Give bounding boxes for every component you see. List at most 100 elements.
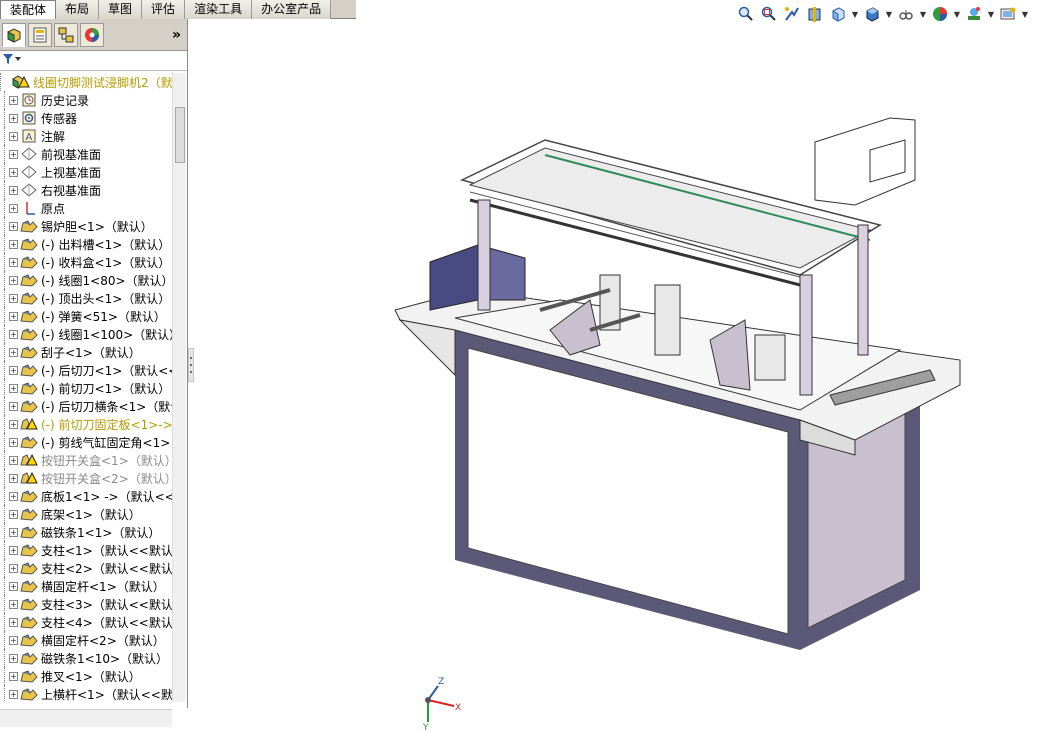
tree-node[interactable]: + 上横杆<1>（默认<<默认>	[0, 685, 172, 702]
display-style-icon[interactable]	[862, 4, 882, 24]
expand-toggle-icon[interactable]: +	[9, 275, 18, 285]
expand-toggle-icon[interactable]: +	[9, 401, 18, 411]
tree-node[interactable]: 线圈切脚测试浸脚机2（默	[0, 73, 172, 91]
tree-node[interactable]: + 右视基准面	[0, 181, 172, 199]
tree-node[interactable]: + 支柱<4>（默认<<默认>_	[0, 613, 172, 631]
expand-toggle-icon[interactable]: +	[9, 149, 18, 159]
graphics-area[interactable]: X Y Z	[194, 30, 1044, 733]
expand-toggle-icon[interactable]: +	[9, 689, 18, 699]
expand-toggle-icon[interactable]: +	[9, 653, 18, 663]
tree-node[interactable]: + 原点	[0, 199, 172, 217]
tree-node[interactable]: + 推叉<1>（默认）	[0, 667, 172, 685]
tree-node[interactable]: + 支柱<3>（默认<<默认>_	[0, 595, 172, 613]
tree-node[interactable]: + (-) 后切刀横条<1>（默认）	[0, 397, 172, 415]
propertymanager-icon[interactable]	[28, 22, 52, 47]
tab-2[interactable]: 草图	[99, 0, 143, 19]
tree-node[interactable]: + A 注解	[0, 127, 172, 145]
panel-more-button[interactable]: »	[172, 27, 181, 43]
expand-toggle-icon[interactable]: +	[9, 365, 18, 375]
view-settings-icon[interactable]	[998, 4, 1018, 24]
tree-node[interactable]: + (-) 顶出头<1>（默认）	[0, 289, 172, 307]
expand-toggle-icon[interactable]: +	[9, 329, 18, 339]
tree-scrollbar-thumb[interactable]	[175, 107, 185, 163]
expand-toggle-icon[interactable]: +	[9, 383, 18, 393]
expand-toggle-icon[interactable]: +	[9, 167, 18, 177]
expand-toggle-icon[interactable]: +	[9, 311, 18, 321]
zoom-to-fit-icon[interactable]	[736, 4, 756, 24]
expand-toggle-icon[interactable]: +	[9, 581, 18, 591]
expand-toggle-icon[interactable]: +	[9, 473, 18, 483]
tree-node[interactable]: + (-) 收料盒<1>（默认）	[0, 253, 172, 271]
configurationmanager-icon[interactable]	[54, 22, 78, 47]
tab-0[interactable]: 装配体	[0, 0, 57, 20]
tree-node[interactable]: + 前视基准面	[0, 145, 172, 163]
tree-node[interactable]: + (-) 弹簧<51>（默认）	[0, 307, 172, 325]
tree-node[interactable]: + 横固定杆<2>（默认）	[0, 631, 172, 649]
view-orientation-dropdown-icon[interactable]: ▼	[851, 4, 859, 24]
tree-node[interactable]: + 历史记录	[0, 91, 172, 109]
section-view-icon[interactable]	[805, 4, 825, 24]
expand-toggle-icon[interactable]: +	[9, 527, 18, 537]
expand-toggle-icon[interactable]: +	[9, 239, 18, 249]
expand-toggle-icon[interactable]: +	[9, 509, 18, 519]
displaymanager-icon[interactable]	[80, 22, 104, 47]
apply-scene-icon[interactable]	[964, 4, 984, 24]
edit-appearance-icon[interactable]	[930, 4, 950, 24]
tree-node[interactable]: + (-) 前切刀<1>（默认）	[0, 379, 172, 397]
tree-node[interactable]: + 支柱<1>（默认<<默认>_	[0, 541, 172, 559]
expand-toggle-icon[interactable]: +	[9, 203, 18, 213]
expand-toggle-icon[interactable]: +	[9, 95, 18, 105]
expand-toggle-icon[interactable]: +	[9, 617, 18, 627]
expand-toggle-icon[interactable]: +	[9, 221, 18, 231]
expand-toggle-icon[interactable]: +	[9, 185, 18, 195]
expand-toggle-icon[interactable]: +	[9, 491, 18, 501]
tree-node[interactable]: + (-) 线圈1<80>（默认）	[0, 271, 172, 289]
tree-scrollbar[interactable]	[172, 73, 186, 702]
tree-node[interactable]: + 支柱<2>（默认<<默认>_	[0, 559, 172, 577]
appearance-dropdown-icon[interactable]: ▼	[953, 4, 961, 24]
expand-toggle-icon[interactable]: +	[9, 563, 18, 573]
view-settings-dropdown-icon[interactable]: ▼	[1021, 4, 1029, 24]
hide-show-items-icon[interactable]	[896, 4, 916, 24]
tree-node[interactable]: + 传感器	[0, 109, 172, 127]
tree-node[interactable]: + (-) 线圈1<100>（默认）	[0, 325, 172, 343]
tree-node[interactable]: + 底架<1>（默认）	[0, 505, 172, 523]
tree-node[interactable]: + 磁铁条1<1>（默认）	[0, 523, 172, 541]
machine-assembly-model[interactable]	[194, 30, 1044, 708]
tab-3[interactable]: 评估	[142, 0, 186, 19]
tree-horizontal-scrollbar[interactable]	[0, 709, 172, 727]
scene-dropdown-icon[interactable]: ▼	[987, 4, 995, 24]
zoom-to-area-icon[interactable]	[759, 4, 779, 24]
expand-toggle-icon[interactable]: +	[9, 671, 18, 681]
filter-icon[interactable]	[2, 53, 22, 68]
tree-node[interactable]: + (-) 后切刀<1>（默认<<默	[0, 361, 172, 379]
expand-toggle-icon[interactable]: +	[9, 635, 18, 645]
tree-node[interactable]: + 按钮开关盒<1>（默认）	[0, 451, 172, 469]
expand-toggle-icon[interactable]: +	[9, 257, 18, 267]
tab-5[interactable]: 办公室产品	[252, 0, 332, 19]
expand-toggle-icon[interactable]: +	[9, 599, 18, 609]
previous-view-icon[interactable]	[782, 4, 802, 24]
expand-toggle-icon[interactable]: +	[9, 131, 18, 141]
tree-node[interactable]: + 锡炉胆<1>（默认）	[0, 217, 172, 235]
tree-node[interactable]: + 上视基准面	[0, 163, 172, 181]
tree-node[interactable]: + 刮子<1>（默认）	[0, 343, 172, 361]
expand-toggle-icon[interactable]: +	[9, 347, 18, 357]
tree-node[interactable]: + (-) 前切刀固定板<1>->	[0, 415, 172, 433]
tree-node[interactable]: + 磁铁条1<10>（默认）	[0, 649, 172, 667]
expand-toggle-icon[interactable]: +	[9, 437, 18, 447]
tab-1[interactable]: 布局	[56, 0, 100, 19]
hide-show-dropdown-icon[interactable]: ▼	[919, 4, 927, 24]
expand-toggle-icon[interactable]: +	[9, 419, 18, 429]
expand-toggle-icon[interactable]: +	[9, 113, 18, 123]
view-orientation-icon[interactable]	[828, 4, 848, 24]
expand-toggle-icon[interactable]: +	[9, 545, 18, 555]
tree-node[interactable]: + (-) 出料槽<1>（默认）	[0, 235, 172, 253]
tree-node[interactable]: + 按钮开关盒<2>（默认）	[0, 469, 172, 487]
tree-node[interactable]: + 横固定杆<1>（默认）	[0, 577, 172, 595]
tab-4[interactable]: 渲染工具	[185, 0, 253, 19]
featuremanager-icon[interactable]	[2, 22, 26, 47]
expand-toggle-icon[interactable]: +	[9, 293, 18, 303]
display-style-dropdown-icon[interactable]: ▼	[885, 4, 893, 24]
tree-node[interactable]: + 底板1<1> ->（默认<<默	[0, 487, 172, 505]
